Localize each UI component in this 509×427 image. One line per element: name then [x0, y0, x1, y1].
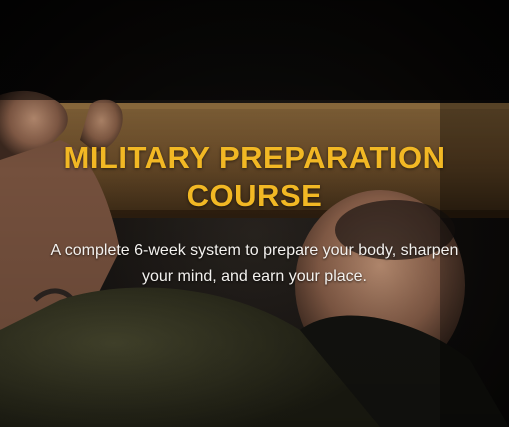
- hero-subtitle-line-2: your mind, and earn your place.: [141, 268, 367, 285]
- hero-subtitle: A complete 6-week system to prepare your…: [0, 238, 509, 290]
- hero-subtitle-line-1: A complete 6-week system to prepare your…: [50, 242, 459, 259]
- hero-title-line-1: MILITARY PREPARATION: [63, 140, 446, 175]
- hero-title-line-2: COURSE: [186, 178, 323, 213]
- hero-banner: MILITARY PREPARATION COURSE A complete 6…: [0, 0, 509, 427]
- hero-title: MILITARY PREPARATION COURSE: [0, 139, 509, 215]
